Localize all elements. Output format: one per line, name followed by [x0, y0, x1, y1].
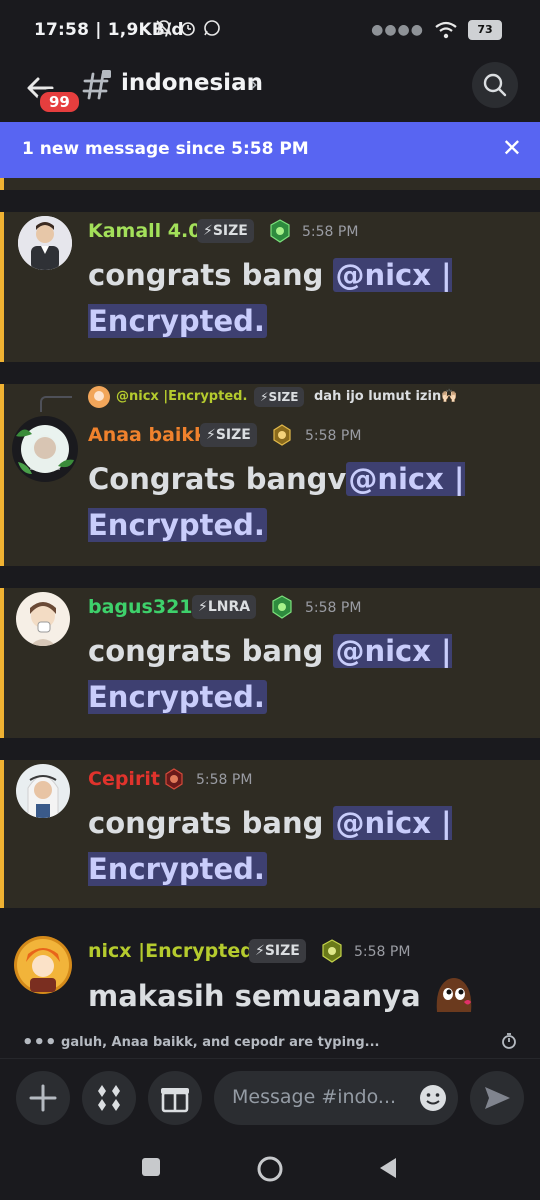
message-input-placeholder: Message #indo... — [232, 1086, 397, 1108]
status-bar: 17:58 | 1,9KB/d ●●●● 73 — [0, 0, 540, 60]
server-tag[interactable]: ⚡SIZE — [200, 423, 257, 447]
avatar[interactable] — [16, 764, 70, 818]
guild-emblem-icon — [165, 768, 183, 790]
reply-connector — [40, 396, 72, 412]
recent-apps-icon[interactable] — [140, 1156, 162, 1178]
mute-bell-icon — [156, 20, 172, 36]
server-tag[interactable]: ⚡SIZE — [197, 219, 254, 243]
message-timestamp: 5:58 PM — [302, 224, 359, 240]
message-timestamp: 5:58 PM — [305, 428, 362, 444]
send-button[interactable] — [470, 1071, 524, 1125]
message-composer: Message #indo... — [0, 1058, 540, 1137]
message-body: congrats bang — [88, 806, 334, 840]
highlight-strip — [0, 178, 540, 190]
typing-dots-icon: ••• — [22, 1032, 57, 1053]
message-timestamp: 5:58 PM — [354, 944, 411, 960]
avatar[interactable] — [18, 216, 72, 270]
new-messages-text: 1 new message since 5:58 PM — [22, 139, 309, 159]
send-icon — [485, 1087, 510, 1109]
status-right-icons: ●●●● 73 — [371, 20, 502, 40]
status-notification-icons — [155, 19, 221, 37]
close-icon[interactable]: ✕ — [502, 134, 522, 162]
message-item[interactable]: nicx |Encrypted. ⚡SIZE 5:58 PM makasih s… — [0, 930, 540, 1040]
message-author[interactable]: bagus321. — [88, 596, 200, 618]
server-tag-label: SIZE — [215, 427, 251, 443]
plus-icon — [29, 1084, 57, 1112]
system-nav-bar — [0, 1136, 540, 1200]
channel-header: 99 indonesian › — [0, 60, 540, 122]
slowmode-timer-icon[interactable] — [500, 1032, 518, 1050]
message-timestamp: 5:58 PM — [305, 600, 362, 616]
message-feed[interactable]: Kamall 4.0 ⚡SIZE 5:58 PM congrats bang @… — [0, 178, 540, 1058]
home-icon[interactable] — [255, 1154, 285, 1184]
signal-dots-icon: ●●●● — [371, 22, 424, 38]
gift-icon — [161, 1088, 189, 1113]
guild-emblem-icon — [322, 939, 342, 963]
alarm-icon — [181, 22, 195, 36]
message-text: congrats bang @nicx | Encrypted. — [88, 800, 488, 892]
reply-preview-text[interactable]: dah ijo lumut izin🙌🏻 — [314, 389, 457, 404]
message-author[interactable]: nicx |Encrypted. — [88, 940, 261, 962]
message-item[interactable]: bagus321. ⚡LNRA 5:58 PM congrats bang @n… — [0, 588, 540, 738]
typing-indicator: ••• galuh, Anaa baikk, and cepodr are ty… — [22, 1032, 379, 1053]
message-body: congrats bang — [88, 634, 334, 668]
message-text: Congrats bangv@nicx | Encrypted. — [88, 456, 488, 548]
back-nav-icon[interactable] — [376, 1156, 400, 1180]
battery-icon: 73 — [468, 20, 502, 40]
reply-avatar — [88, 386, 110, 408]
server-tag-label: SIZE — [264, 943, 300, 959]
new-messages-banner[interactable]: 1 new message since 5:58 PM ✕ — [0, 122, 540, 178]
message-item[interactable]: Kamall 4.0 ⚡SIZE 5:58 PM congrats bang @… — [0, 212, 540, 362]
emoji-picker-icon[interactable] — [418, 1083, 448, 1113]
message-author[interactable]: Kamall 4.0 — [88, 220, 201, 242]
message-text: congrats bang @nicx | Encrypted. — [88, 252, 488, 344]
search-button[interactable] — [472, 62, 518, 108]
unread-badge: 99 — [37, 89, 82, 115]
message-item[interactable]: @nicx |Encrypted. ⚡SIZE dah ijo lumut iz… — [0, 384, 540, 566]
avatar[interactable] — [16, 592, 70, 646]
avatar[interactable] — [14, 936, 72, 994]
search-icon — [483, 73, 507, 97]
chevron-right-icon[interactable]: › — [250, 72, 258, 96]
server-tag-label: LNRA — [207, 599, 251, 615]
guild-emblem-icon — [272, 595, 292, 619]
gift-button[interactable] — [148, 1071, 202, 1125]
avatar[interactable] — [12, 416, 78, 482]
message-body: congrats bang — [88, 258, 334, 292]
message-text: makasih semuaanya — [88, 973, 508, 1019]
server-tag[interactable]: ⚡LNRA — [192, 595, 257, 619]
emoji-pou-kiss-icon — [436, 978, 472, 1012]
reply-server-tag: ⚡SIZE — [254, 387, 305, 407]
reply-author[interactable]: @nicx |Encrypted. — [116, 389, 247, 404]
message-item[interactable]: Cepirit 5:58 PM congrats bang @nicx | En… — [0, 760, 540, 908]
apps-button[interactable] — [82, 1071, 136, 1125]
message-author[interactable]: Anaa baikk — [88, 424, 207, 446]
guild-emblem-icon — [273, 424, 291, 446]
whatsapp-icon — [204, 20, 220, 36]
typing-text: galuh, Anaa baikk, and cepodr are typing… — [61, 1035, 380, 1050]
message-text: congrats bang @nicx | Encrypted. — [88, 628, 488, 720]
reply-server-tag-label: SIZE — [268, 390, 299, 404]
server-tag[interactable]: ⚡SIZE — [249, 939, 306, 963]
locked-channel-hash-icon — [82, 70, 111, 100]
message-body: makasih semuaanya — [88, 979, 421, 1013]
apps-icon — [98, 1085, 120, 1111]
message-timestamp: 5:58 PM — [196, 772, 253, 788]
server-tag-label: SIZE — [212, 223, 248, 239]
message-input[interactable]: Message #indo... — [214, 1071, 458, 1125]
message-body: Congrats bangv — [88, 462, 347, 496]
guild-emblem-icon — [270, 219, 290, 243]
wifi-icon — [435, 21, 457, 39]
channel-name[interactable]: indonesian — [121, 70, 263, 96]
message-author[interactable]: Cepirit — [88, 768, 160, 790]
add-attachment-button[interactable] — [16, 1071, 70, 1125]
